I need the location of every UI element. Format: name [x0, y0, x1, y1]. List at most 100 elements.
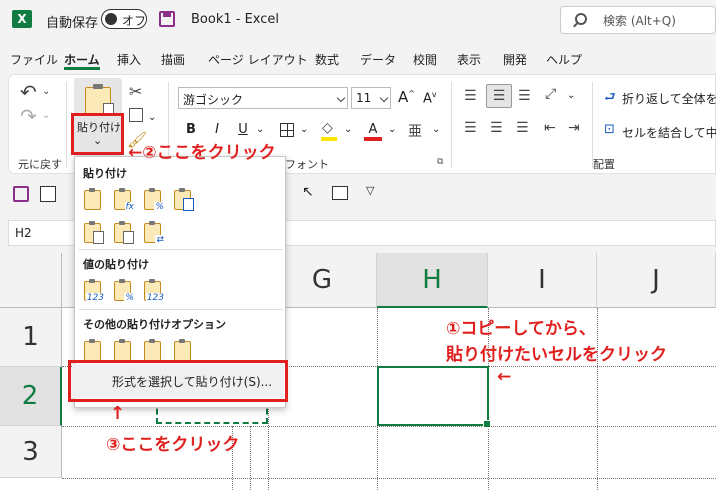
font-name-value: 游ゴシック [183, 93, 244, 107]
step3-annotation: ③ここをクリック [106, 435, 240, 455]
tab-data[interactable]: データ [360, 51, 396, 68]
autosave-toggle[interactable]: オフ [101, 9, 147, 29]
increase-indent-icon[interactable]: ⇥ [568, 120, 580, 136]
other-paste-options-title: その他の貼り付けオプション [83, 318, 226, 331]
active-cell-h2[interactable] [377, 366, 491, 428]
save-icon[interactable] [159, 11, 175, 27]
column-header-i[interactable]: I [488, 253, 597, 308]
align-right-icon[interactable]: ☰ [516, 120, 529, 136]
step1-annotation-line2: 貼り付けたいセルをクリック [446, 345, 667, 365]
tab-home[interactable]: ホーム [64, 51, 100, 68]
step2-annotation: ←②ここをクリック [128, 143, 276, 163]
chevron-down-icon[interactable]: ⌄ [256, 124, 264, 135]
align-bottom-icon[interactable]: ☰ [518, 88, 531, 104]
paste-formatting-icon[interactable] [84, 339, 101, 361]
underline-button[interactable]: U [234, 122, 252, 137]
font-group-label: フォント [285, 158, 329, 171]
tab-review[interactable]: 校閲 [413, 51, 437, 68]
cursor-icon[interactable]: ↖ [302, 184, 314, 200]
row-header-3[interactable]: 3 [0, 426, 62, 478]
ribbon-separator [66, 82, 67, 168]
tab-formulas[interactable]: 数式 [315, 51, 339, 68]
wrap-text-button[interactable]: 折り返して全体を表 [622, 90, 716, 107]
column-gridline [250, 426, 251, 490]
tab-view[interactable]: 表示 [457, 51, 481, 68]
chevron-down-icon[interactable]: ⌄ [344, 124, 352, 135]
cut-icon[interactable]: ✂ [129, 82, 142, 101]
toggle-knob [105, 13, 117, 25]
row-gridline [62, 426, 716, 427]
paste-picture-icon[interactable] [144, 339, 161, 361]
paste-formulas-icon[interactable]: fx [114, 188, 135, 212]
chevron-down-icon[interactable]: ⌄ [300, 124, 308, 135]
column-header-j[interactable]: J [597, 253, 716, 308]
copy-icon[interactable] [129, 108, 143, 122]
align-middle-icon[interactable]: ☰ [486, 84, 512, 108]
values-source-formatting-icon[interactable]: 123 [144, 279, 165, 303]
chevron-down-icon[interactable]: ⌄ [148, 112, 156, 123]
row-gridline [62, 478, 716, 479]
chevron-down-icon[interactable]: ⌄ [42, 86, 50, 97]
tab-help[interactable]: ヘルプ [546, 51, 582, 68]
values-number-format-icon[interactable]: % [114, 279, 135, 303]
font-color-button[interactable]: A [364, 122, 382, 137]
borders-icon[interactable] [280, 123, 294, 137]
fill-color-bar [321, 137, 337, 141]
tab-page-layout[interactable]: ページ レイアウト [208, 51, 308, 68]
chevron-down-icon[interactable]: ⌄ [388, 124, 396, 135]
chevron-down-icon: ⌄ [93, 134, 103, 147]
row-header-1[interactable]: 1 [0, 308, 62, 367]
search-box[interactable]: 検索 (Alt+Q) [560, 6, 716, 34]
chevron-down-icon[interactable]: ⌄ [42, 110, 50, 121]
step1-annotation-line1: ①コピーしてから、 [446, 319, 596, 339]
grow-font-button[interactable]: A^ [398, 88, 415, 106]
shrink-font-button[interactable]: Av [423, 90, 437, 106]
decrease-indent-icon[interactable]: ⇤ [544, 120, 556, 136]
active-tab-underline [64, 67, 100, 70]
save-icon[interactable] [13, 186, 29, 202]
phonetic-icon[interactable]: 亜 [408, 121, 422, 141]
paste-icon[interactable] [84, 188, 101, 210]
separator [79, 249, 283, 250]
chevron-down-icon[interactable]: ⌄ [432, 124, 440, 135]
qat-icon[interactable] [40, 186, 56, 202]
align-top-icon[interactable]: ☰ [464, 88, 477, 104]
arrow-left-annotation: ← [497, 367, 512, 387]
tab-developer[interactable]: 開発 [503, 51, 527, 68]
linked-picture-icon[interactable] [174, 339, 191, 361]
autosave-state: オフ [122, 14, 147, 28]
tab-file[interactable]: ファイル [10, 51, 58, 68]
font-size-select[interactable]: 11 [351, 87, 391, 109]
paste-section-title: 貼り付け [83, 167, 127, 180]
select-all-corner[interactable] [0, 253, 62, 308]
undo-group-label: 元に戻す [18, 158, 62, 171]
paste-formulas-number-format-icon[interactable]: % [144, 188, 165, 212]
no-borders-icon[interactable] [84, 221, 104, 244]
keep-source-formatting-icon[interactable] [174, 188, 194, 211]
redo-icon[interactable]: ↷ [20, 104, 37, 128]
alignment-group-label: 配置 [593, 158, 615, 171]
paste-link-icon[interactable] [114, 339, 131, 361]
keep-column-widths-icon[interactable] [114, 221, 134, 244]
transpose-icon[interactable]: ⇄ [144, 221, 165, 245]
tab-insert[interactable]: 挿入 [117, 51, 141, 68]
italic-button[interactable]: I [208, 122, 226, 137]
tab-draw[interactable]: 描画 [161, 51, 185, 68]
align-left-icon[interactable]: ☰ [464, 120, 477, 136]
bold-button[interactable]: B [182, 122, 200, 137]
merge-center-button[interactable]: セルを結合して中央 [622, 124, 716, 141]
orientation-icon[interactable]: ⤢ [545, 86, 556, 102]
column-gridline [597, 308, 598, 490]
excel-logo-icon: X [12, 10, 32, 28]
qat-icon[interactable] [332, 186, 348, 200]
align-center-icon[interactable]: ☰ [490, 120, 503, 136]
font-name-select[interactable]: 游ゴシック [178, 87, 348, 109]
customize-qat-icon[interactable]: ▽ [366, 184, 374, 197]
undo-icon[interactable]: ↶ [20, 80, 37, 104]
column-header-h[interactable]: H [377, 253, 488, 308]
paste-values-icon[interactable]: 123 [84, 279, 105, 303]
chevron-down-icon[interactable]: ⌄ [567, 90, 575, 101]
dialog-launcher-icon[interactable]: ⧉ [437, 157, 443, 167]
row-header-2[interactable]: 2 [0, 367, 62, 426]
fill-color-icon[interactable]: ◇ [322, 120, 333, 136]
